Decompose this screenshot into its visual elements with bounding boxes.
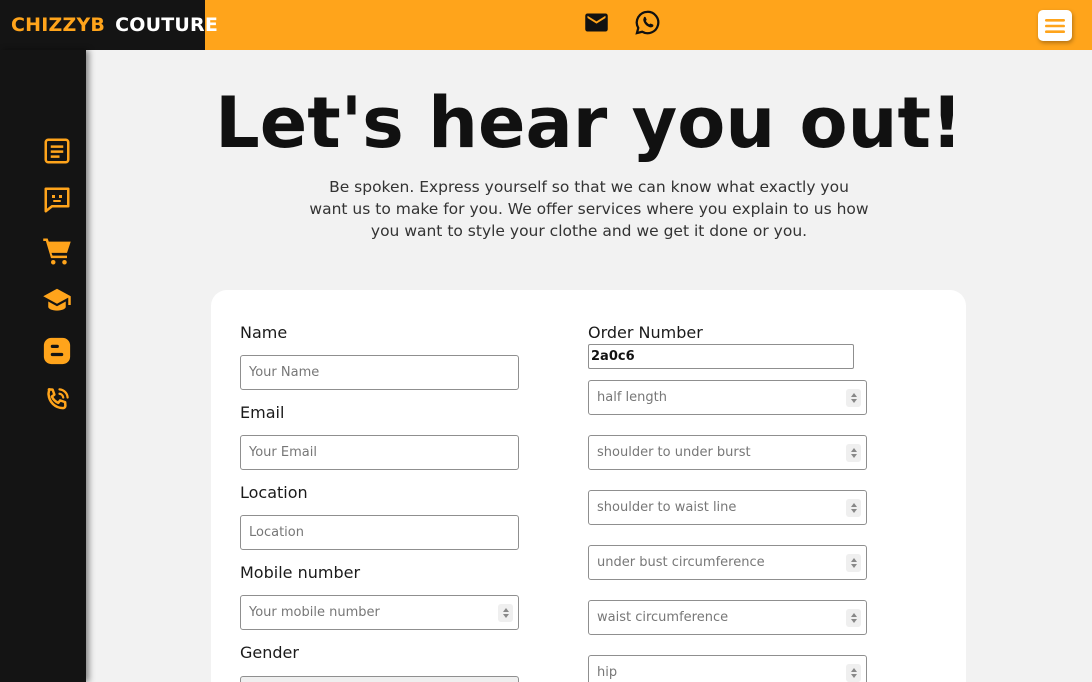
brand-name-part2: COUTURE <box>115 14 219 36</box>
email-input[interactable]: Your Email <box>240 435 519 470</box>
measurement-placeholder: half length <box>597 390 667 405</box>
sidebar-item-contact[interactable] <box>41 384 73 416</box>
name-label: Name <box>240 323 288 342</box>
sidebar-item-learn[interactable] <box>41 284 73 316</box>
menu-button[interactable] <box>1038 10 1072 41</box>
email-label: Email <box>240 403 285 422</box>
measurement-spinner[interactable] <box>846 609 861 627</box>
measurement-input-under-bust-circumference[interactable]: under bust circumference <box>588 545 867 580</box>
measurement-placeholder: waist circumference <box>597 610 729 625</box>
name-input-placeholder: Your Name <box>249 365 320 380</box>
sidebar-item-cart[interactable] <box>41 235 73 267</box>
gender-select[interactable] <box>240 676 519 682</box>
sidebar-item-chat[interactable] <box>41 184 73 216</box>
mobile-spinner[interactable] <box>498 604 513 622</box>
location-input-placeholder: Location <box>249 525 304 540</box>
measurement-placeholder: hip <box>597 665 618 680</box>
contact-icons <box>583 9 661 36</box>
measurement-input-hip[interactable]: hip <box>588 655 867 682</box>
measurement-placeholder: shoulder to waist line <box>597 500 737 515</box>
measurement-input-shoulder-to-under-burst[interactable]: shoulder to under burst <box>588 435 867 470</box>
measurement-spinner[interactable] <box>846 444 861 462</box>
top-bar: CHIZZYB COUTURE <box>0 0 1092 50</box>
measurement-input-half-length[interactable]: half length <box>588 380 867 415</box>
brand-name-part1: CHIZZYB <box>11 14 106 36</box>
measurement-placeholder: shoulder to under burst <box>597 445 751 460</box>
whatsapp-icon[interactable] <box>634 9 661 36</box>
mail-icon[interactable] <box>583 9 610 36</box>
sidebar <box>0 50 86 682</box>
graduation-cap-icon <box>43 288 71 311</box>
order-number-input[interactable]: 2a0c6 <box>588 344 854 369</box>
sidebar-item-list[interactable] <box>41 135 73 167</box>
measurement-spinner[interactable] <box>846 389 861 407</box>
measurement-spinner[interactable] <box>846 499 861 517</box>
hamburger-menu-icon <box>1045 18 1065 33</box>
mobile-label: Mobile number <box>240 563 361 582</box>
phone-call-icon <box>47 388 69 410</box>
order-number-label: Order Number <box>588 323 703 342</box>
sidebar-item-blog[interactable] <box>41 335 73 367</box>
email-input-placeholder: Your Email <box>249 445 317 460</box>
cart-icon <box>43 238 71 265</box>
measurement-input-waist-circumference[interactable]: waist circumference <box>588 600 867 635</box>
order-number-value: 2a0c6 <box>591 349 635 364</box>
measurement-placeholder: under bust circumference <box>597 555 765 570</box>
brand-logo[interactable]: CHIZZYB COUTURE <box>0 0 218 50</box>
blogger-icon <box>43 337 71 365</box>
mobile-input-placeholder: Your mobile number <box>249 605 380 620</box>
name-input[interactable]: Your Name <box>240 355 519 390</box>
chat-icon <box>44 187 70 213</box>
page-subtitle: Be spoken. Express yourself so that we c… <box>309 178 869 240</box>
measurement-spinner[interactable] <box>846 554 861 572</box>
gender-label: Gender <box>240 643 299 662</box>
location-label: Location <box>240 483 308 502</box>
measurement-input-shoulder-to-waist-line[interactable]: shoulder to waist line <box>588 490 867 525</box>
measurement-spinner[interactable] <box>846 664 861 682</box>
list-icon <box>44 138 70 164</box>
location-input[interactable]: Location <box>240 515 519 550</box>
page-title: Let's hear you out! <box>215 82 963 164</box>
mobile-input[interactable]: Your mobile number <box>240 595 519 630</box>
